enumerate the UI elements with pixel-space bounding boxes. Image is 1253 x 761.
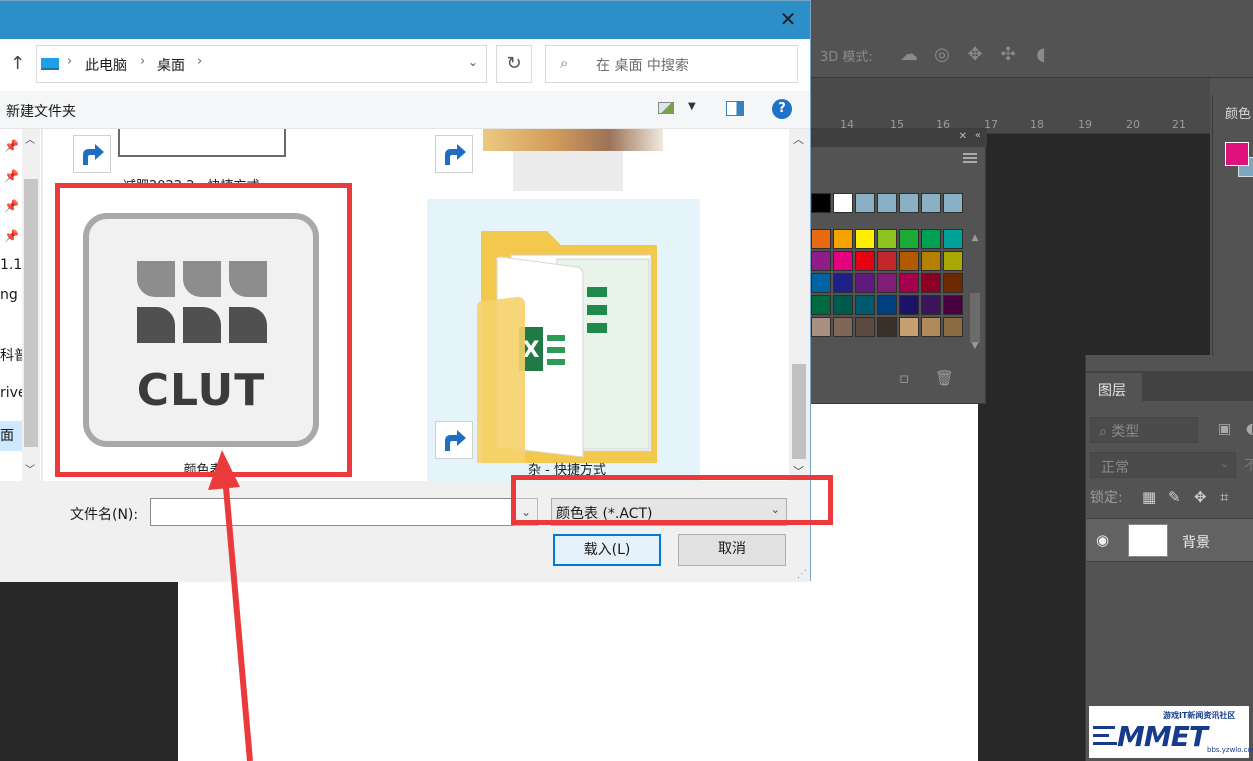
annotation-arrow [208, 450, 253, 761]
speed-line [1093, 742, 1117, 745]
site-watermark: 游戏IT新闻资讯社区 MMET bbs.yzwlo.com [1089, 706, 1253, 758]
screenshot-root: 3D 模式: ☁ ◎ ✥ ✣ ◖ 14 15 16 17 18 19 20 21 ✕ « ▲ … [0, 0, 1253, 761]
watermark-url: bbs.yzwlo.com [1207, 746, 1253, 754]
speed-line [1093, 734, 1109, 737]
speed-line [1093, 726, 1115, 729]
watermark-logo: MMET [1117, 720, 1208, 753]
